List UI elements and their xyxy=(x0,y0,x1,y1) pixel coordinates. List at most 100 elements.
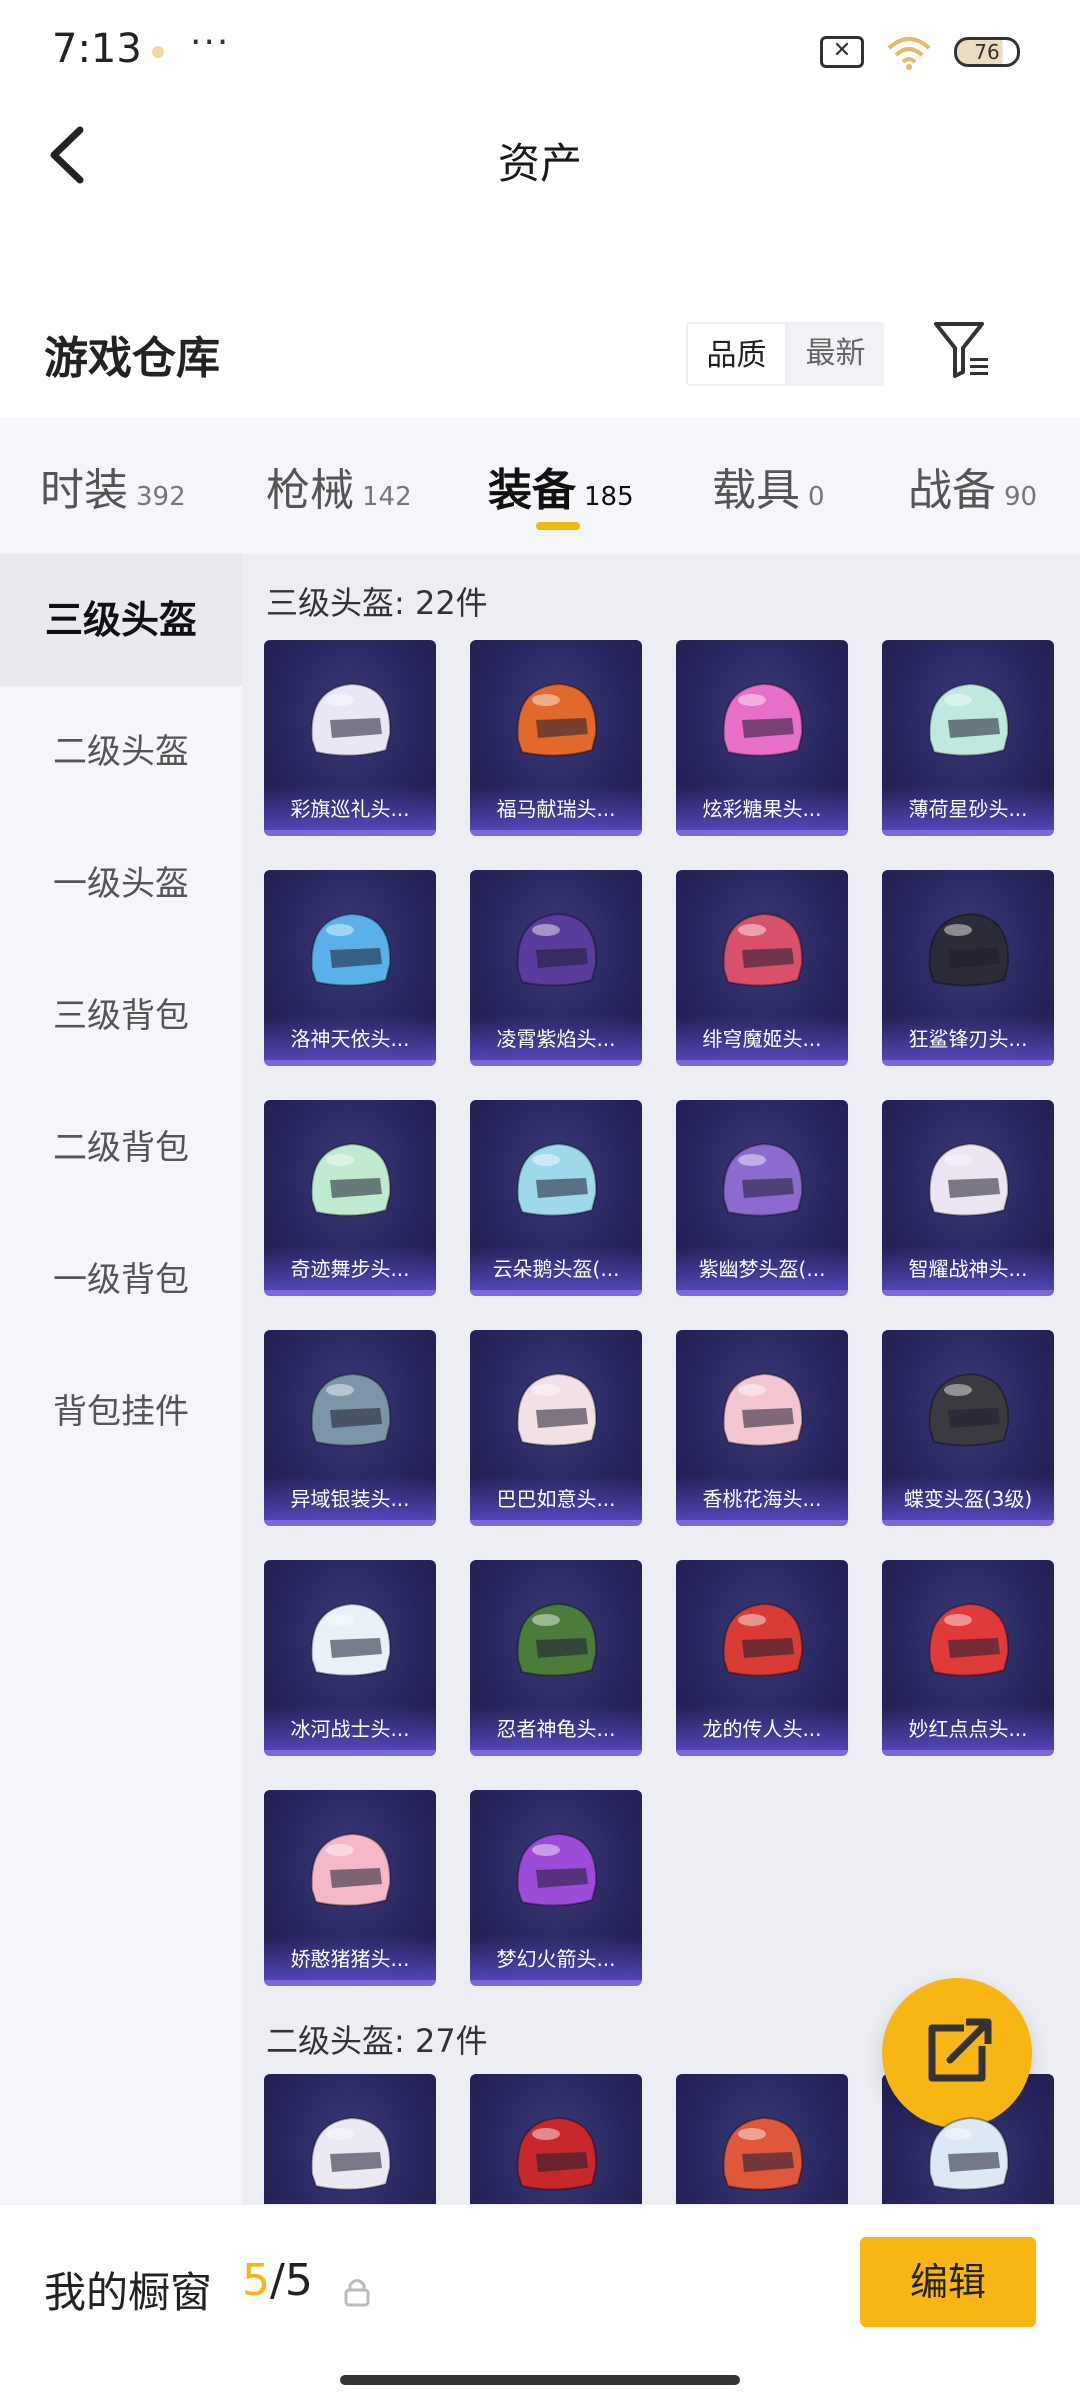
wifi-icon xyxy=(887,37,931,70)
helmet-icon xyxy=(928,1142,1010,1217)
item-name: 异域银装头... xyxy=(290,1487,410,1511)
tab-count: 0 xyxy=(808,482,825,512)
item-card[interactable] xyxy=(470,2074,642,2204)
item-card[interactable]: 异域银装头... xyxy=(264,1330,436,1526)
tab-label: 枪械 xyxy=(266,465,354,516)
item-card[interactable]: 忍者神龟头... xyxy=(470,1560,642,1756)
item-name: 巴巴如意头... xyxy=(496,1487,616,1511)
sidebar-item-level3-helmet[interactable]: 三级头盔 xyxy=(0,554,242,686)
more-notifications-icon: ··· xyxy=(190,22,231,63)
active-tab-indicator xyxy=(536,522,580,530)
item-card[interactable]: 凌霄紫焰头... xyxy=(470,870,642,1066)
header: 资产 xyxy=(0,100,1080,210)
showcase-label: 我的橱窗 xyxy=(44,2268,213,2317)
item-card[interactable]: 妙红点点头... xyxy=(882,1560,1054,1756)
item-card[interactable]: 福马献瑞头... xyxy=(470,640,642,836)
tab-vehicles[interactable]: 载具 0 xyxy=(712,454,825,518)
sidebar-item-level2-helmet[interactable]: 二级头盔 xyxy=(0,686,242,818)
item-card[interactable]: 娇憨猪猪头... xyxy=(264,1790,436,1986)
item-name: 绯穹魔姬头... xyxy=(702,1027,822,1051)
sort-option-newest[interactable]: 最新 xyxy=(787,322,884,386)
sidebar-item-level2-backpack[interactable]: 二级背包 xyxy=(0,1082,242,1214)
item-card[interactable]: 彩旗巡礼头... xyxy=(264,640,436,836)
item-name: 娇憨猪猪头... xyxy=(290,1947,410,1971)
item-card[interactable]: 狂鲨锋刃头... xyxy=(882,870,1054,1066)
item-name: 梦幻火箭头... xyxy=(496,1947,616,1971)
lock-icon xyxy=(344,2279,370,2307)
item-card[interactable]: 冰河战士头... xyxy=(264,1560,436,1756)
helmet-icon xyxy=(722,1372,804,1447)
tab-fashion[interactable]: 时装 392 xyxy=(40,454,186,518)
status-time: 7:13 xyxy=(52,26,142,72)
bottom-bar: 我的橱窗 5/5 编辑 xyxy=(0,2204,1080,2400)
helmet-icon xyxy=(722,682,804,757)
helmet-icon xyxy=(516,682,598,757)
item-card[interactable] xyxy=(264,2074,436,2204)
item-name: 薄荷星砂头... xyxy=(908,797,1028,821)
status-icons: ✕ 76 xyxy=(820,34,1020,70)
helmet-icon xyxy=(516,912,598,987)
page-title: 资产 xyxy=(497,139,582,188)
item-card[interactable] xyxy=(676,2074,848,2204)
sidebar-item-backpack-charm[interactable]: 背包挂件 xyxy=(0,1346,242,1478)
sidebar-item-level1-backpack[interactable]: 一级背包 xyxy=(0,1214,242,1346)
tab-gear[interactable]: 战备 90 xyxy=(908,454,1037,518)
item-card[interactable]: 绯穹魔姬头... xyxy=(676,870,848,1066)
tab-count: 142 xyxy=(362,482,412,512)
item-name: 妙红点点头... xyxy=(908,1717,1028,1741)
tab-count: 185 xyxy=(584,482,634,512)
helmet-icon xyxy=(516,1832,598,1907)
battery-icon: 76 xyxy=(954,37,1020,67)
status-bar: 7:13 ··· ✕ 76 xyxy=(0,0,1080,100)
helmet-icon xyxy=(310,1372,392,1447)
item-name: 智耀战神头... xyxy=(908,1257,1028,1281)
notification-dot-icon xyxy=(152,46,164,58)
item-card[interactable]: 香桃花海头... xyxy=(676,1330,848,1526)
share-icon xyxy=(928,2018,992,2082)
helmet-icon xyxy=(310,1602,392,1677)
item-card[interactable]: 奇迹舞步头... xyxy=(264,1100,436,1296)
sort-toggle: 品质 最新 xyxy=(686,322,884,386)
share-button[interactable] xyxy=(882,1978,1032,2128)
sidebar-item-level3-backpack[interactable]: 三级背包 xyxy=(0,950,242,1082)
item-card[interactable]: 巴巴如意头... xyxy=(470,1330,642,1526)
item-card[interactable]: 蝶变头盔(3级) xyxy=(882,1330,1054,1526)
item-card[interactable]: 洛神天依头... xyxy=(264,870,436,1066)
sidebar: 三级头盔 二级头盔 一级头盔 三级背包 二级背包 一级背包 背包挂件 xyxy=(0,554,242,2204)
item-card[interactable]: 薄荷星砂头... xyxy=(882,640,1054,836)
filter-icon[interactable] xyxy=(932,318,992,382)
tab-label: 战备 xyxy=(908,465,996,516)
item-card[interactable]: 云朵鹅头盔(... xyxy=(470,1100,642,1296)
tab-label: 载具 xyxy=(712,465,800,516)
tab-count: 90 xyxy=(1004,482,1038,512)
edit-button[interactable]: 编辑 xyxy=(860,2237,1036,2327)
item-name: 忍者神龟头... xyxy=(496,1717,616,1741)
home-indicator xyxy=(340,2375,740,2385)
tab-equipment[interactable]: 装备 185 xyxy=(488,454,634,518)
item-name: 洛神天依头... xyxy=(290,1027,410,1051)
helmet-icon xyxy=(722,1602,804,1677)
item-card[interactable]: 紫幽梦头盔(... xyxy=(676,1100,848,1296)
item-name: 云朵鹅头盔(... xyxy=(492,1257,620,1281)
helmet-icon xyxy=(310,1142,392,1217)
helmet-icon xyxy=(722,2116,804,2191)
item-name: 炫彩糖果头... xyxy=(702,797,822,821)
item-card[interactable]: 梦幻火箭头... xyxy=(470,1790,642,1986)
helmet-icon xyxy=(516,1142,598,1217)
item-name: 冰河战士头... xyxy=(290,1717,410,1741)
sort-option-quality[interactable]: 品质 xyxy=(686,322,787,386)
sidebar-item-level1-helmet[interactable]: 一级头盔 xyxy=(0,818,242,950)
helmet-icon xyxy=(722,1142,804,1217)
helmet-icon xyxy=(310,1832,392,1907)
helmet-icon xyxy=(310,682,392,757)
item-name: 龙的传人头... xyxy=(702,1717,822,1741)
item-card[interactable]: 智耀战神头... xyxy=(882,1100,1054,1296)
tab-guns[interactable]: 枪械 142 xyxy=(266,454,412,518)
item-grid-area: 三级头盔: 22件 二级头盔: 27件 彩旗巡礼头... 福马献瑞头... 炫彩糖果… xyxy=(242,554,1080,2204)
item-card[interactable]: 炫彩糖果头... xyxy=(676,640,848,836)
item-name: 彩旗巡礼头... xyxy=(290,797,410,821)
item-card[interactable]: 龙的传人头... xyxy=(676,1560,848,1756)
section-title: 二级头盔: 27件 xyxy=(266,2022,488,2060)
section-title: 三级头盔: 22件 xyxy=(266,584,488,622)
helmet-icon xyxy=(516,1602,598,1677)
